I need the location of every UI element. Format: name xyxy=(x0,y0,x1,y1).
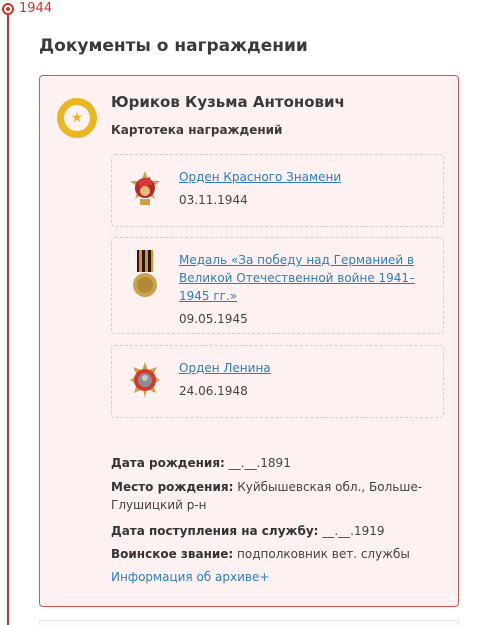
award-date: 03.11.1944 xyxy=(179,193,248,207)
birth-date-label: Дата рождения: xyxy=(111,456,225,470)
birth-place-row: Место рождения: Куйбышевская обл., Больш… xyxy=(111,478,431,514)
service-date-label: Дата поступления на службу: xyxy=(111,524,319,538)
award-link[interactable]: Орден Ленина xyxy=(179,359,429,377)
birth-place-label: Место рождения: xyxy=(111,480,234,494)
timeline-line xyxy=(7,10,9,625)
award-date: 09.05.1945 xyxy=(179,312,248,326)
award-badge-icon: ★ xyxy=(57,98,97,138)
birth-date-value: __.__.1891 xyxy=(228,456,291,470)
rank-value: подполковник вет. службы xyxy=(237,547,410,561)
section-title: Документы о награждении xyxy=(39,36,308,56)
next-card-edge xyxy=(39,620,459,625)
rank-row: Воинское звание: подполковник вет. служб… xyxy=(111,545,431,563)
order-red-banner-icon xyxy=(130,171,160,205)
card-subtitle: Картотека награждений xyxy=(111,123,283,137)
order-lenin-icon xyxy=(130,362,160,398)
award-card: ★ Юриков Кузьма Антонович Картотека нагр… xyxy=(39,75,459,607)
archive-info-link[interactable]: Информация об архиве+ xyxy=(111,569,269,585)
service-date-row: Дата поступления на службу: __.__.1919 xyxy=(111,522,431,540)
award-item: Орден Красного Знамени 03.11.1944 xyxy=(111,154,444,227)
person-name: Юриков Кузьма Антонович xyxy=(111,93,345,111)
service-date-value: __.__.1919 xyxy=(322,524,385,538)
birth-date-row: Дата рождения: __.__.1891 xyxy=(111,454,431,472)
award-date: 24.06.1948 xyxy=(179,384,248,398)
award-link[interactable]: Медаль «За победу над Германией в Велико… xyxy=(179,251,429,305)
timeline-year: 1944 xyxy=(19,1,53,16)
rank-label: Воинское звание: xyxy=(111,547,234,561)
award-item: Орден Ленина 24.06.1948 xyxy=(111,345,444,418)
award-item: Медаль «За победу над Германией в Велико… xyxy=(111,237,444,334)
victory-medal-icon xyxy=(133,250,157,297)
timeline-dot xyxy=(2,3,14,15)
award-link[interactable]: Орден Красного Знамени xyxy=(179,168,429,186)
